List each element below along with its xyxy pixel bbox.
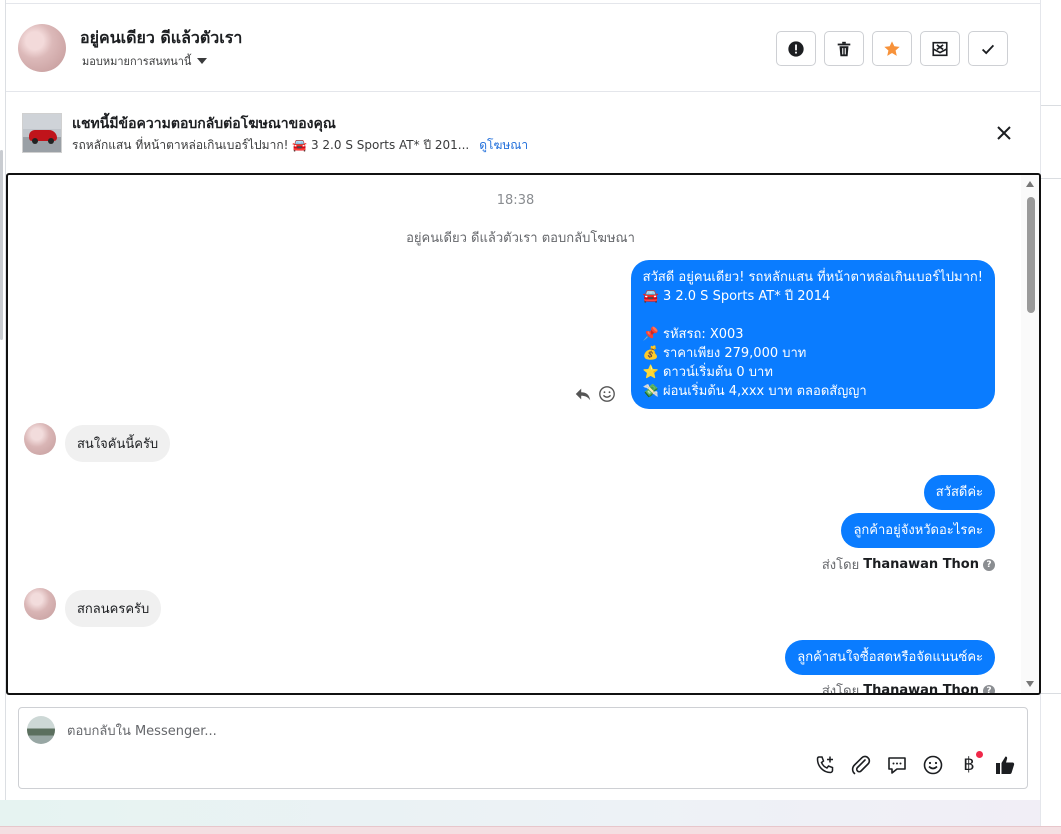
sent-by-label: ส่งโดย Thanawan Thon ? [822,554,995,575]
paperclip-icon [851,755,871,775]
assign-label: มอบหมายการสนทนานี้ [82,55,192,68]
message-composer: ฿ [18,707,1028,789]
banner-title: แชทนี้มีข้อความตอบกลับต่อโฆษณาของคุณ [72,116,336,132]
ad-message-line [643,306,983,325]
message-tools [574,385,616,403]
mark-done-button[interactable] [968,31,1008,66]
scroll-up-arrow-icon[interactable] [1026,181,1034,187]
emoji-button[interactable] [922,754,944,776]
help-icon[interactable]: ? [983,684,995,693]
right-edge-tick [1041,178,1061,179]
contact-avatar[interactable] [18,24,66,72]
message-input[interactable] [67,720,967,742]
phone-plus-icon [816,756,834,774]
spam-button[interactable] [776,31,816,66]
call-button[interactable] [814,754,836,776]
assign-conversation-dropdown[interactable]: มอบหมายการสนทนานี้ [82,52,208,70]
attach-button[interactable] [850,754,872,776]
exclamation-circle-icon [788,40,804,57]
composer-tools: ฿ [814,751,1016,776]
outgoing-message[interactable]: สวัสดีค่ะ [923,475,995,510]
view-ad-link[interactable]: ดูโฆษณา [479,136,528,155]
right-edge-tick [1041,105,1061,106]
contact-avatar-small[interactable] [24,423,56,455]
sent-by-prefix: ส่งโดย [821,684,860,695]
outgoing-message[interactable]: ลูกค้าอยู่จังหวัดอะไรคะ [841,513,995,548]
contact-name[interactable]: อยู่คนเดียว ดีแล้วตัวเรา [80,26,242,51]
header-actions [776,31,1008,66]
ad-message-line: 💸 ผ่อนเริ่มต้น 4,xxx บาท ตลอดสัญญา [642,384,867,399]
incoming-message[interactable]: สกลนครครับ [65,590,162,627]
smiley-icon [923,755,943,775]
ad-reply-banner: แชทนี้มีข้อความตอบกลับต่อโฆษณาของคุณ รถห… [6,93,1040,171]
mark-unread-button[interactable] [920,31,960,66]
agent-name: Thanawan Thon [863,557,979,572]
notification-dot [976,751,983,758]
check-icon [981,44,995,54]
left-scroll-nub [0,150,3,340]
close-icon[interactable] [994,123,1014,143]
ad-reply-notice: อยู่คนเดียว ดีแล้วตัวเรา ตอบกลับโฆษณา [406,231,635,246]
bottom-edge [0,826,1061,834]
contact-avatar-small[interactable] [24,588,56,620]
ad-message-line: สวัสดี อยู่คนเดียว! รถหลักแสน ที่หน้าตาห… [642,270,983,285]
timestamp: 18:38 [496,193,535,208]
envelope-x-icon [932,41,948,56]
like-button[interactable] [994,754,1016,776]
ad-message-bubble[interactable]: สวัสดี อยู่คนเดียว! รถหลักแสน ที่หน้าตาห… [630,260,995,409]
page-avatar [27,716,55,744]
trash-icon [837,41,851,56]
car-wheel [48,138,54,144]
scrollbar[interactable] [1021,175,1039,693]
star-icon [884,40,900,56]
agent-name: Thanawan Thon [863,683,979,695]
scroll-down-arrow-icon[interactable] [1026,681,1034,687]
reply-icon[interactable] [574,385,592,403]
react-smiley-icon[interactable] [598,385,616,403]
ad-thumbnail[interactable] [22,113,62,153]
delete-button[interactable] [824,31,864,66]
sent-by-label: ส่งโดย Thanawan Thon ? [821,680,995,695]
message-thread[interactable]: 18:38 อยู่คนเดียว ดีแล้วตัวเรา ตอบกลับโฆ… [6,173,1041,695]
car-wheel [32,138,38,144]
outgoing-message[interactable]: ลูกค้าสนใจซื้อสดหรือจัดแนนซ์คะ [785,640,995,675]
ad-message-line: 🚘 3 2.0 S Sports AT* ปี 2014 [642,289,831,304]
incoming-message[interactable]: สนใจคันนี้ครับ [65,425,171,462]
ad-message-line: ⭐ ดาวน์เริ่มต้น 0 บาท [642,365,773,380]
ad-message-line: 💰 ราคาเพียง 279,000 บาท [642,346,807,361]
payment-button[interactable]: ฿ [958,751,983,776]
sent-by-prefix: ส่งโดย [821,558,860,573]
banner-subtitle-row: รถหลักแสน ที่หน้าตาหล่อเกินเบอร์ไปมาก! 🚘… [72,136,528,155]
thumbs-up-icon [996,756,1015,774]
right-panel-edge [1040,0,1061,834]
bottom-background-strip [0,800,1040,826]
caret-down-icon [197,58,208,64]
saved-replies-button[interactable] [886,754,908,776]
star-button[interactable] [872,31,912,66]
ad-message-line: 📌 รหัสรถ: X003 [642,327,744,342]
help-icon[interactable]: ? [983,558,995,571]
conversation-header: อยู่คนเดียว ดีแล้วตัวเรา มอบหมายการสนทนา… [6,4,1040,92]
scrollbar-thumb[interactable] [1027,197,1035,313]
chat-bubble-icon [888,757,906,774]
right-edge-tick [1041,693,1061,694]
banner-subtitle: รถหลักแสน ที่หน้าตาหล่อเกินเบอร์ไปมาก! 🚘… [72,138,470,152]
